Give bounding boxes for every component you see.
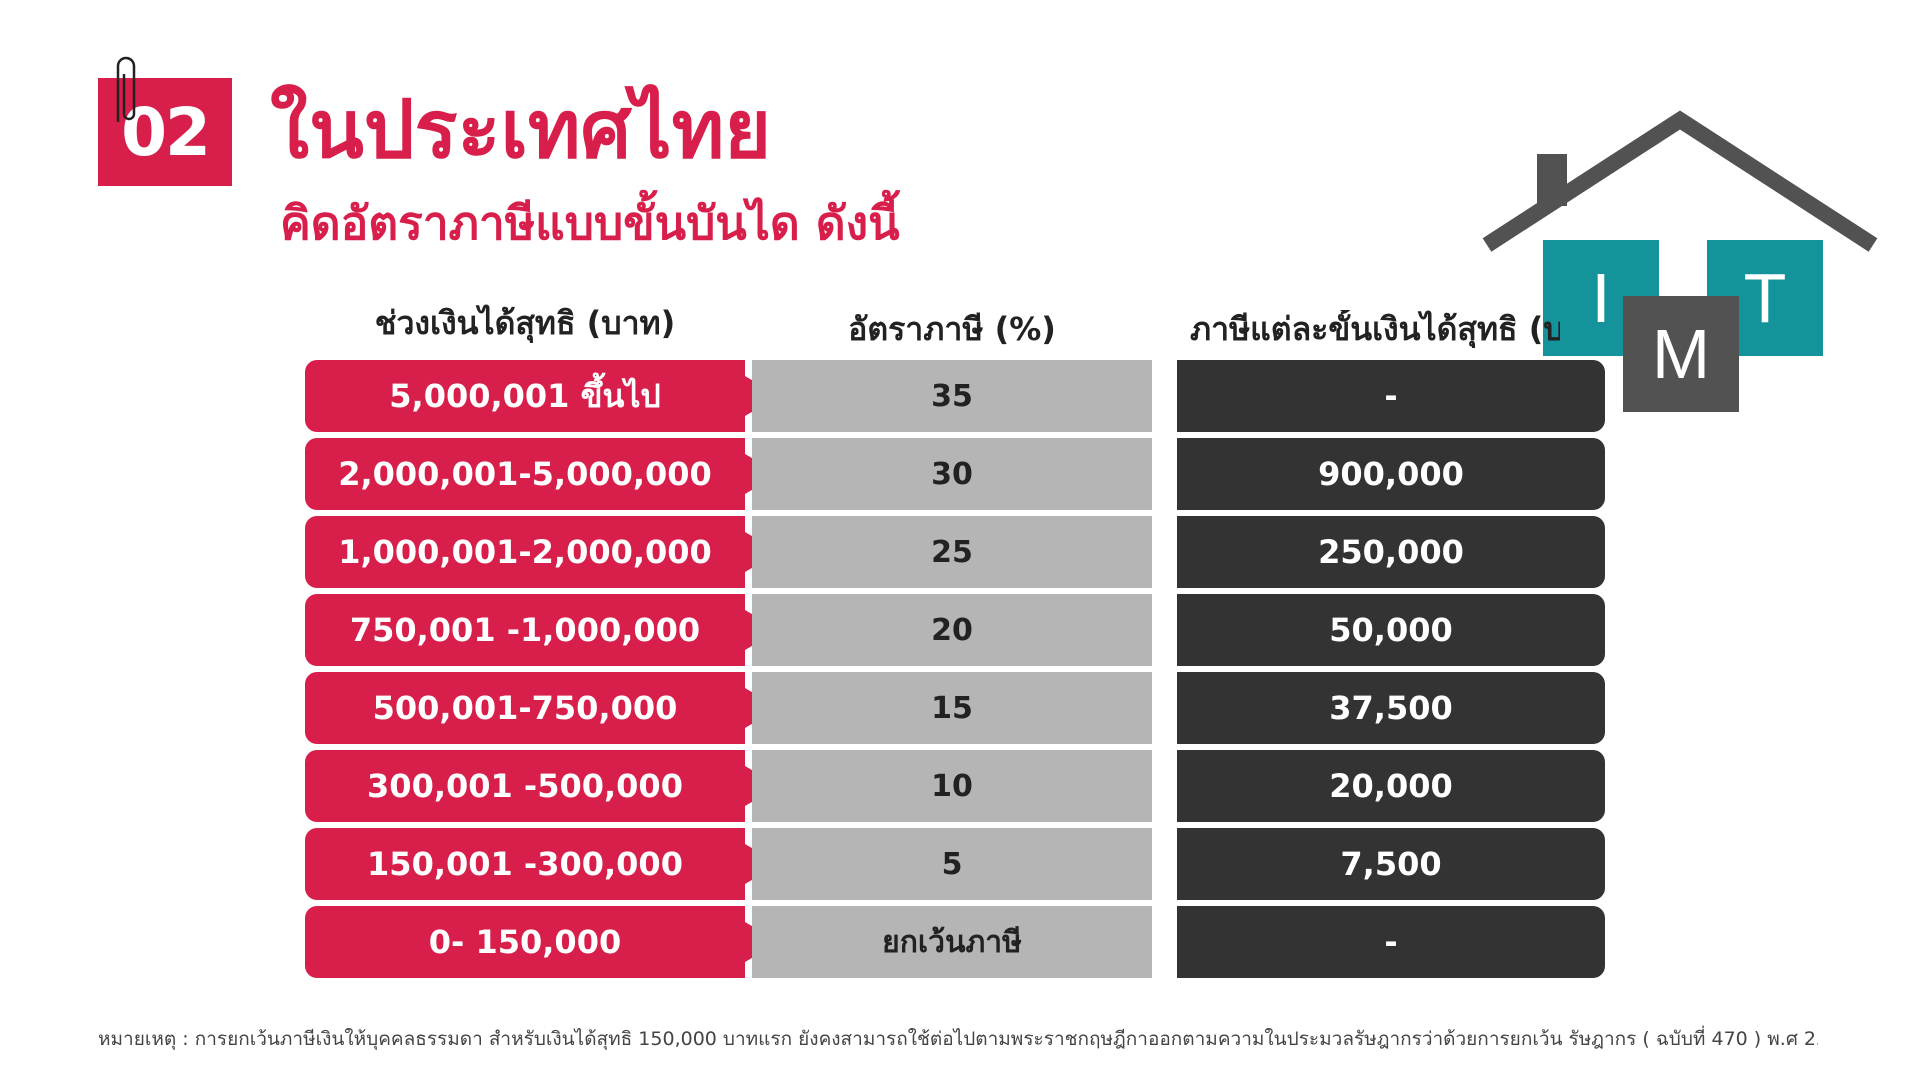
tax-cell: 50,000: [1177, 594, 1605, 666]
tax-cell: 900,000: [1177, 438, 1605, 510]
tax-cell: 7,500: [1177, 828, 1605, 900]
rate-cell: 25: [752, 516, 1152, 588]
footnote: หมายเหตุ : การยกเว้นภาษีเงินให้บุคคลธรรม…: [98, 1028, 1818, 1050]
tax-cell: -: [1177, 906, 1605, 978]
table-row: 150,001 -300,000 5 7,500: [305, 828, 1605, 900]
table-row: 0- 150,000 ยกเว้นภาษี -: [305, 906, 1605, 978]
rate-cell: 35: [752, 360, 1152, 432]
tax-cell: -: [1177, 360, 1605, 432]
rate-cell: 20: [752, 594, 1152, 666]
income-label: 500,001-750,000: [372, 689, 678, 727]
income-cell: 1,000,001-2,000,000: [305, 516, 779, 588]
income-label: 0- 150,000: [428, 923, 622, 961]
column-header-rate: อัตราภาษี (%): [848, 310, 1056, 348]
income-label: 750,001 -1,000,000: [349, 611, 701, 649]
income-cell: 300,001 -500,000: [305, 750, 779, 822]
table-row: 1,000,001-2,000,000 25 250,000: [305, 516, 1605, 588]
tax-cell: 20,000: [1177, 750, 1605, 822]
income-label: 1,000,001-2,000,000: [338, 533, 712, 571]
income-cell: 0- 150,000: [305, 906, 779, 978]
paperclip-icon: [116, 56, 136, 122]
table-row: 2,000,001-5,000,000 30 900,000: [305, 438, 1605, 510]
income-cell: 750,001 -1,000,000: [305, 594, 779, 666]
income-label: 300,001 -500,000: [367, 767, 683, 805]
column-header-income: ช่วงเงินได้สุทธิ (บาท): [374, 304, 676, 342]
income-cell: 500,001-750,000: [305, 672, 779, 744]
income-cell: 5,000,001 ขึ้นไป: [305, 360, 779, 432]
table-row: 750,001 -1,000,000 20 50,000: [305, 594, 1605, 666]
income-label: 5,000,001 ขึ้นไป: [389, 376, 661, 415]
table-row: 300,001 -500,000 10 20,000: [305, 750, 1605, 822]
rate-cell: 5: [752, 828, 1152, 900]
table-row: 5,000,001 ขึ้นไป 35 -: [305, 360, 1605, 432]
page-title: ในประเทศไทย: [270, 83, 772, 176]
income-label: 2,000,001-5,000,000: [338, 455, 712, 493]
rate-cell: ยกเว้นภาษี: [752, 906, 1152, 978]
table-row: 500,001-750,000 15 37,500: [305, 672, 1605, 744]
logo-letter-m: M: [1623, 296, 1739, 412]
rate-cell: 15: [752, 672, 1152, 744]
rate-cell: 10: [752, 750, 1152, 822]
rate-cell: 30: [752, 438, 1152, 510]
tax-cell: 37,500: [1177, 672, 1605, 744]
income-label: 150,001 -300,000: [367, 845, 683, 883]
tax-cell: 250,000: [1177, 516, 1605, 588]
page-subtitle: คิดอัตราภาษีแบบขั้นบันได ดังนี้: [280, 196, 900, 250]
income-cell: 150,001 -300,000: [305, 828, 779, 900]
income-cell: 2,000,001-5,000,000: [305, 438, 779, 510]
column-header-tax: ภาษีแต่ละขั้นเงินได้สุทธิ (บาท): [1190, 310, 1560, 348]
